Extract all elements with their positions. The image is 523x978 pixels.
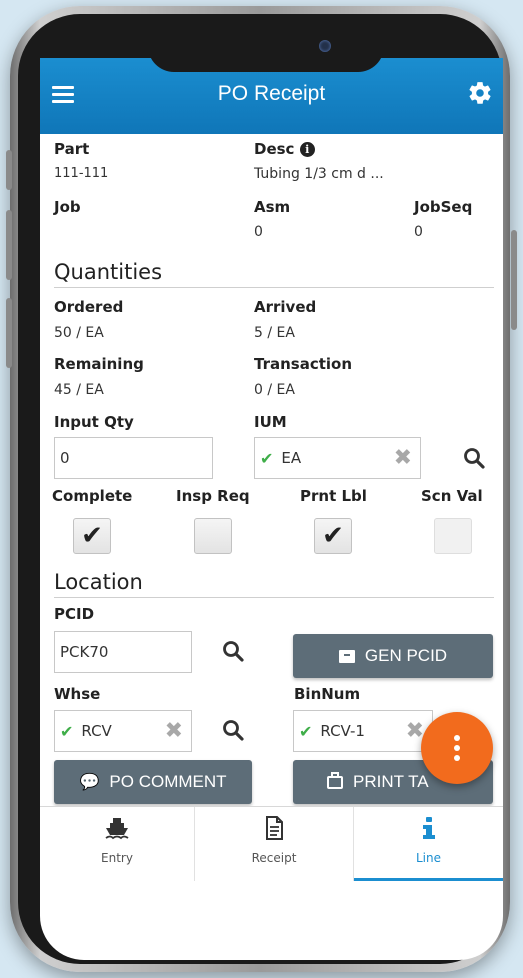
comment-icon: 💬 <box>79 774 100 791</box>
clear-icon[interactable]: ✖ <box>165 719 183 744</box>
binnum-value: RCV-1 <box>320 722 365 740</box>
front-camera <box>319 40 331 52</box>
tab-line[interactable]: Line <box>354 807 503 881</box>
remaining-value: 45 / EA <box>54 382 104 398</box>
vertical-dots-icon <box>454 733 460 763</box>
volume-up-button <box>6 210 12 280</box>
arrived-value: 5 / EA <box>254 325 295 341</box>
gen-pcid-label: GEN PCID <box>364 646 448 665</box>
check-icon: ✔ <box>299 721 313 741</box>
check-icon: ✔ <box>60 721 74 741</box>
bottom-tab-bar: Entry Receipt Line <box>40 806 503 882</box>
ordered-label: Ordered <box>54 298 124 316</box>
jobseq-label: JobSeq <box>414 198 473 216</box>
prnt-lbl-checkbox[interactable]: ✔ <box>314 518 352 554</box>
job-label: Job <box>54 198 81 216</box>
complete-checkbox[interactable]: ✔ <box>73 518 111 554</box>
volume-down-button <box>6 298 12 368</box>
part-value: 111-111 <box>54 166 109 181</box>
ium-field[interactable]: ✔ EA ✖ <box>254 437 421 479</box>
tab-entry-label: Entry <box>101 851 133 865</box>
whse-label: Whse <box>54 685 101 703</box>
page-title: PO Receipt <box>217 82 326 105</box>
arrived-label: Arrived <box>254 298 317 316</box>
ium-value: EA <box>281 449 302 467</box>
scn-val-label: Scn Val <box>421 487 483 505</box>
info-icon <box>422 817 435 839</box>
asm-value: 0 <box>254 224 263 240</box>
ship-icon <box>105 818 129 840</box>
check-icon: ✔ <box>260 448 274 468</box>
input-qty-value: 0 <box>60 449 70 467</box>
pcid-value: PCK70 <box>60 643 109 661</box>
gear-icon[interactable] <box>467 80 493 106</box>
desc-label: Desc i <box>254 140 315 158</box>
archive-icon <box>338 649 355 663</box>
tab-entry[interactable]: Entry <box>40 807 194 881</box>
tab-line-label: Line <box>415 851 441 865</box>
quantities-section-title: Quantities <box>54 260 163 284</box>
remaining-label: Remaining <box>54 355 144 373</box>
pcid-field[interactable]: PCK70 <box>54 631 192 673</box>
tab-receipt[interactable]: Receipt <box>195 807 353 881</box>
pcid-label: PCID <box>54 605 95 623</box>
location-section-title: Location <box>54 570 143 594</box>
part-label: Part <box>54 140 90 158</box>
mute-switch <box>6 150 12 190</box>
info-icon[interactable]: i <box>299 142 315 157</box>
complete-label: Complete <box>52 487 133 505</box>
desc-label-text: Desc <box>254 140 295 158</box>
tab-receipt-label: Receipt <box>251 851 297 865</box>
transaction-label: Transaction <box>254 355 353 373</box>
ium-label: IUM <box>254 413 287 431</box>
more-actions-fab[interactable] <box>421 712 493 784</box>
clear-icon[interactable]: ✖ <box>394 446 412 471</box>
search-icon[interactable] <box>221 639 245 663</box>
search-icon[interactable] <box>221 718 245 742</box>
binnum-field[interactable]: ✔ RCV-1 ✖ <box>293 710 433 752</box>
input-qty-label: Input Qty <box>54 413 134 431</box>
scn-val-checkbox <box>434 518 472 554</box>
whse-value: RCV <box>81 722 112 740</box>
gen-pcid-button[interactable]: GEN PCID <box>293 634 493 678</box>
binnum-label: BinNum <box>294 685 361 703</box>
prnt-lbl-label: Prnt Lbl <box>300 487 367 505</box>
transaction-value: 0 / EA <box>254 382 295 398</box>
search-icon[interactable] <box>462 446 486 470</box>
power-button <box>511 230 517 330</box>
phone-notch <box>148 14 384 72</box>
document-icon <box>266 816 283 840</box>
insp-req-label: Insp Req <box>176 487 250 505</box>
input-qty-field[interactable]: 0 <box>54 437 213 479</box>
po-comment-button[interactable]: 💬 PO COMMENT <box>54 760 252 804</box>
asm-label: Asm <box>254 198 291 216</box>
po-comment-label: PO COMMENT <box>109 772 227 791</box>
quantities-divider <box>54 287 494 288</box>
whse-field[interactable]: ✔ RCV ✖ <box>54 710 192 752</box>
print-tag-label: PRINT TA <box>353 772 429 791</box>
ordered-value: 50 / EA <box>54 325 104 341</box>
location-divider <box>54 597 494 598</box>
desc-value: Tubing 1/3 cm d ... <box>254 166 384 182</box>
jobseq-value: 0 <box>414 224 423 240</box>
print-icon <box>327 771 343 789</box>
insp-req-checkbox[interactable] <box>194 518 232 554</box>
